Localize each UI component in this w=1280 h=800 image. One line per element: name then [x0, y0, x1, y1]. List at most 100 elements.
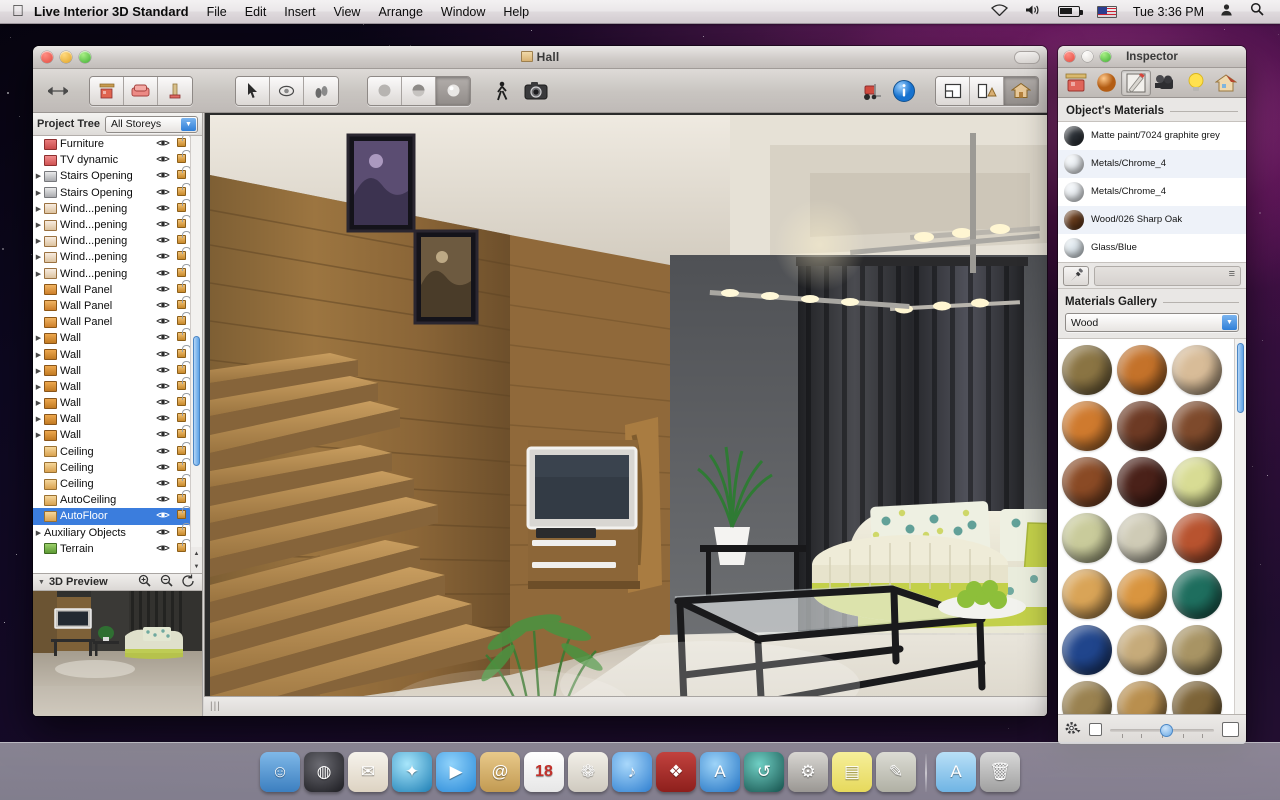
eye-icon[interactable] [154, 463, 172, 473]
inspector-tab-object[interactable] [1061, 70, 1091, 96]
furniture-icon[interactable] [124, 76, 158, 105]
unlocked-padlock-icon[interactable] [172, 393, 191, 409]
disclosure-triangle-icon[interactable]: ▶ [33, 399, 44, 407]
gallery-scrollbar[interactable] [1234, 339, 1246, 714]
disclosure-triangle-icon[interactable]: ▶ [33, 172, 44, 180]
eye-icon[interactable] [154, 285, 172, 295]
unlocked-padlock-icon[interactable] [172, 312, 191, 328]
pointer-icon[interactable] [236, 76, 270, 105]
tree-row[interactable]: ▶ Auxiliary Objects [33, 522, 191, 541]
us-flag-icon[interactable] [1089, 0, 1125, 24]
menu-item-insert[interactable]: Insert [275, 0, 324, 24]
tree-row[interactable]: ▶ Wall [33, 393, 191, 411]
unlocked-padlock-icon[interactable] [172, 215, 191, 231]
tree-row[interactable]: Ceiling [33, 474, 191, 492]
stickies-icon[interactable]: ▤ [832, 752, 872, 792]
eye-icon[interactable] [154, 204, 172, 214]
eye-icon[interactable] [154, 301, 172, 311]
rotate-icon[interactable] [179, 574, 197, 590]
eye-icon[interactable] [154, 220, 172, 230]
material-row[interactable]: Matte paint/7024 graphite grey [1058, 122, 1246, 150]
unlocked-padlock-icon[interactable] [172, 182, 191, 199]
material-swatch[interactable] [1062, 401, 1112, 451]
app-store-icon[interactable]: A [700, 752, 740, 792]
disclosure-triangle-icon[interactable]: ▶ [33, 351, 44, 359]
eye-icon[interactable] [154, 188, 172, 198]
material-drop-field[interactable] [1094, 265, 1241, 286]
eye-icon[interactable] [154, 528, 172, 538]
unlocked-padlock-icon[interactable] [172, 409, 191, 425]
tree-row[interactable]: AutoCeiling [33, 490, 191, 508]
inspector-tabs[interactable] [1058, 68, 1246, 98]
disclosure-triangle-icon[interactable]: ▶ [33, 334, 44, 342]
tree-row[interactable]: Furniture [33, 136, 191, 152]
3d-render-canvas[interactable] [210, 115, 1047, 696]
unlocked-padlock-icon[interactable] [172, 376, 191, 393]
shade-smooth-icon[interactable] [402, 76, 436, 105]
eye-icon[interactable] [154, 366, 172, 376]
tree-row[interactable]: ▶ Wall [33, 425, 191, 443]
inspector-tab-edit[interactable] [1121, 69, 1151, 96]
disclosure-triangle-icon[interactable]: ▶ [33, 221, 44, 229]
unlocked-padlock-icon[interactable] [172, 231, 191, 247]
unlocked-padlock-icon[interactable] [172, 506, 191, 522]
materials-icon[interactable] [158, 76, 192, 105]
tree-row[interactable]: ▶ Wind...pening [33, 231, 191, 249]
disclosure-triangle-icon[interactable]: ▶ [33, 367, 44, 375]
toolbar-left-group[interactable] [89, 75, 193, 106]
eye-icon[interactable] [154, 333, 172, 343]
tree-row[interactable]: ▶ Stairs Opening [33, 166, 191, 184]
inspector-tab-building[interactable] [1211, 70, 1241, 96]
tree-row[interactable]: Ceiling [33, 457, 191, 476]
disclosure-triangle-icon[interactable]: ▶ [33, 383, 44, 391]
material-category-selector[interactable]: Wood ▼ [1065, 313, 1239, 332]
material-swatch[interactable] [1062, 569, 1112, 619]
materials-swatch-grid[interactable] [1058, 338, 1246, 714]
tree-row[interactable]: ▶ Wall [33, 409, 191, 427]
toolbar-toggle-button[interactable] [1014, 51, 1040, 64]
material-swatch[interactable] [1117, 401, 1167, 451]
eye-icon[interactable] [154, 414, 172, 424]
tree-row[interactable]: ▶ Wind...pening [33, 215, 191, 233]
tree-row[interactable]: Wall Panel [33, 295, 191, 314]
thumbnail-size-slider[interactable] [1110, 723, 1214, 738]
tree-scrollbar-thumb[interactable] [193, 336, 200, 466]
material-row[interactable]: Metals/Chrome_4 [1058, 178, 1246, 206]
unlocked-padlock-icon[interactable] [172, 425, 191, 441]
eye-icon[interactable] [154, 252, 172, 262]
tree-row[interactable]: AutoFloor [33, 506, 191, 525]
spotlight-search-icon[interactable] [1242, 0, 1272, 24]
material-swatch[interactable] [1172, 401, 1222, 451]
unlocked-padlock-icon[interactable] [172, 150, 191, 166]
eye-icon[interactable] [154, 139, 172, 149]
document-titlebar[interactable]: Hall [33, 46, 1047, 69]
tree-row[interactable]: Ceiling [33, 441, 191, 460]
info-icon[interactable] [887, 76, 921, 106]
gimp-icon[interactable]: ✎ [876, 752, 916, 792]
eyedropper-icon[interactable] [1063, 265, 1089, 286]
eye-icon[interactable] [154, 171, 172, 181]
unlocked-padlock-icon[interactable] [172, 522, 191, 539]
tree-scrollbar[interactable] [190, 136, 202, 573]
inspector-tab-materials[interactable] [1091, 70, 1121, 96]
eye-icon[interactable] [154, 269, 172, 279]
material-swatch[interactable] [1117, 345, 1167, 395]
toolbar-render-group[interactable] [367, 75, 471, 106]
disclosure-triangle-icon[interactable]: ▶ [33, 253, 44, 261]
tree-row[interactable]: ▶ Stairs Opening [33, 182, 191, 201]
unlocked-padlock-icon[interactable] [172, 490, 191, 506]
tree-row[interactable]: ▶ Wind...pening [33, 198, 191, 217]
disclosure-triangle-icon[interactable]: ▶ [33, 415, 44, 423]
tree-row[interactable]: Terrain [33, 538, 191, 557]
3d-preview-thumbnail[interactable] [33, 591, 202, 716]
tree-row[interactable]: ▶ Wind...pening [33, 247, 191, 265]
toolbar-mode-group[interactable] [235, 75, 339, 106]
eye-icon[interactable] [154, 350, 172, 360]
zoom-out-icon[interactable] [157, 574, 175, 590]
material-swatch[interactable] [1062, 625, 1112, 675]
gallery-scrollbar-thumb[interactable] [1237, 343, 1244, 413]
material-swatch[interactable] [1062, 345, 1112, 395]
volume-icon[interactable] [1017, 0, 1049, 24]
material-swatch[interactable] [1172, 513, 1222, 563]
unlocked-padlock-icon[interactable] [172, 295, 191, 312]
